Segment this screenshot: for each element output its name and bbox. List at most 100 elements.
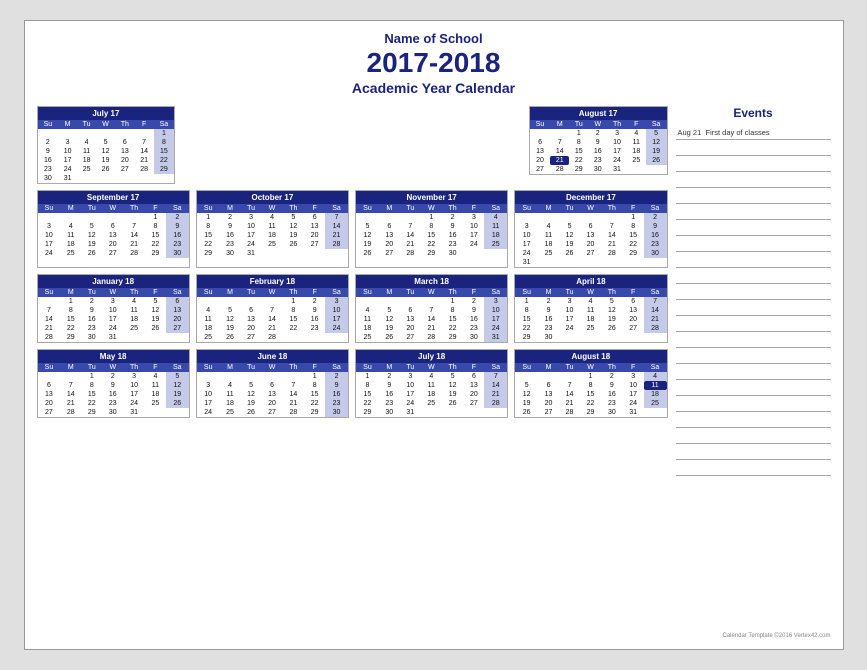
cal-day-header: W [102, 204, 123, 213]
cal-day: 30 [538, 333, 559, 342]
cal-day [580, 258, 601, 267]
cal-day: 6 [530, 138, 551, 147]
cal-day: 1 [304, 372, 325, 381]
cal-day: 10 [123, 381, 145, 390]
cal-day: 29 [304, 408, 325, 417]
cal-day: 28 [421, 333, 442, 342]
cal-day: 19 [240, 399, 261, 408]
event-item [676, 188, 831, 204]
cal-day [102, 213, 123, 222]
cal-day: 14 [262, 315, 283, 324]
cal-day: 4 [356, 306, 379, 315]
cal-day: 24 [197, 408, 220, 417]
cal-day: 22 [282, 324, 304, 333]
cal-day: 5 [96, 138, 115, 147]
cal-day [38, 372, 61, 381]
cal-day-header: W [421, 288, 442, 297]
cal-day: 13 [464, 381, 485, 390]
cal-day [325, 333, 348, 342]
cal-day: 16 [464, 315, 485, 324]
cal-day: 16 [220, 231, 241, 240]
cal-day: 22 [197, 240, 220, 249]
cal-day [644, 408, 667, 417]
cal-day: 13 [166, 306, 189, 315]
cal-day: 22 [81, 399, 102, 408]
event-item [676, 140, 831, 156]
cal-day: 26 [282, 240, 304, 249]
event-text: First day of classes [706, 128, 770, 137]
cal-day: 27 [623, 324, 644, 333]
cal-day: 24 [515, 249, 538, 258]
cal-day [623, 258, 644, 267]
cal-day [559, 258, 580, 267]
cal-day-header: Sa [154, 120, 175, 129]
cal-day-header: Tu [77, 120, 96, 129]
cal-day: 6 [400, 306, 421, 315]
event-item [676, 460, 831, 476]
cal-day: 11 [356, 315, 379, 324]
cal-day-header: Tu [240, 204, 261, 213]
cal-day-header: F [135, 120, 154, 129]
cal-month-header: May 18 [38, 350, 189, 363]
cal-day: 1 [515, 297, 538, 306]
cal-day-header: Su [197, 363, 220, 372]
cal-day: 2 [442, 213, 464, 222]
cal-day: 9 [304, 306, 325, 315]
cal-day-header: Sa [166, 363, 189, 372]
cal-day: 21 [644, 315, 667, 324]
cal-day: 18 [77, 156, 96, 165]
cal-day: 6 [240, 306, 261, 315]
event-item [676, 316, 831, 332]
event-item [676, 428, 831, 444]
cal-day: 12 [442, 381, 464, 390]
cal-month-header: July 18 [356, 350, 507, 363]
cal-day: 19 [356, 240, 379, 249]
cal-day: 21 [60, 399, 81, 408]
cal-day: 27 [262, 408, 283, 417]
cal-day-header: Su [515, 363, 538, 372]
cal-day [77, 174, 96, 183]
cal-day: 10 [197, 390, 220, 399]
cal-day: 23 [38, 165, 59, 174]
cal-day: 22 [623, 240, 644, 249]
cal-day: 29 [442, 333, 464, 342]
cal-day [515, 213, 538, 222]
cal-day: 28 [282, 408, 304, 417]
cal-day: 2 [166, 213, 189, 222]
cal-day: 28 [484, 399, 507, 408]
cal-day-header: Tu [240, 363, 261, 372]
cal-day: 20 [379, 240, 400, 249]
cal-day: 31 [607, 165, 627, 174]
cal-day: 27 [166, 324, 189, 333]
cal-day: 6 [38, 381, 61, 390]
cal-day [262, 249, 283, 258]
cal-day: 4 [145, 372, 166, 381]
cal-day-header: F [304, 363, 325, 372]
cal-day: 6 [538, 381, 559, 390]
cal-day: 6 [379, 222, 400, 231]
cal-day-header: W [580, 204, 601, 213]
cal-day: 10 [102, 306, 123, 315]
mini-calendar: February 18SuMTuWThFSa123456789101112131… [196, 274, 349, 343]
cal-day: 10 [240, 222, 261, 231]
cal-day: 15 [515, 315, 538, 324]
calendar-row-3: January 18SuMTuWThFSa1234567891011121314… [37, 274, 668, 343]
cal-day: 23 [166, 240, 189, 249]
cal-day: 21 [262, 324, 283, 333]
cal-day: 8 [145, 222, 166, 231]
cal-day: 4 [484, 213, 507, 222]
cal-day-header: Sa [644, 288, 667, 297]
cal-day: 22 [145, 240, 166, 249]
cal-day [135, 174, 154, 183]
cal-month-header: December 17 [515, 191, 666, 204]
cal-day: 30 [379, 408, 400, 417]
cal-day: 24 [102, 324, 123, 333]
cal-day [38, 297, 61, 306]
mini-calendar: July 17SuMTuWThFSa1234567891011121314151… [37, 106, 176, 184]
cal-day-header: M [60, 363, 81, 372]
cal-day: 23 [442, 240, 464, 249]
cal-day-header: Su [38, 363, 61, 372]
cal-day: 2 [325, 372, 348, 381]
cal-day: 14 [400, 231, 421, 240]
cal-day [379, 297, 400, 306]
